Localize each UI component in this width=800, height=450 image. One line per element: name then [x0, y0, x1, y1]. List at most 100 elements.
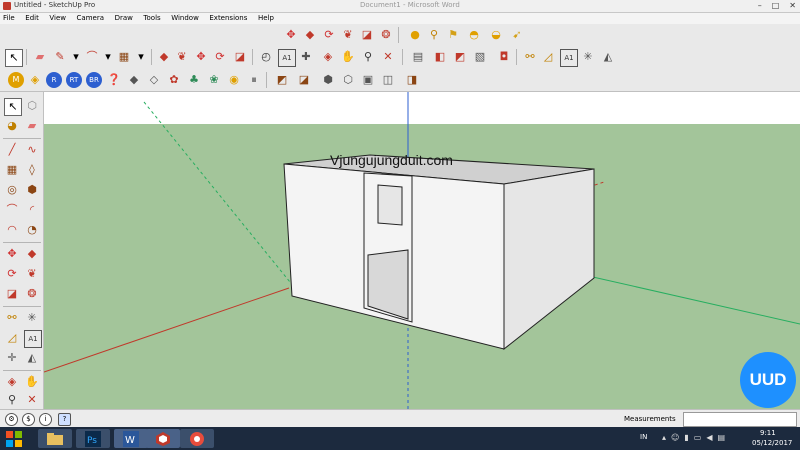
- chevron-up-icon[interactable]: ▴: [662, 433, 666, 442]
- select-arrow-icon[interactable]: ↖: [5, 49, 23, 67]
- info-icon[interactable]: i: [39, 413, 52, 426]
- ccleaner-taskbar-icon[interactable]: [180, 429, 214, 448]
- eraser-icon[interactable]: ▰: [24, 118, 40, 134]
- rectangle-icon[interactable]: ▦: [116, 49, 132, 65]
- make-component-icon[interactable]: ⬡: [24, 98, 40, 114]
- pause-icon[interactable]: ⏸: [246, 72, 262, 88]
- orbit-icon[interactable]: ◈: [320, 49, 336, 65]
- components-icon[interactable]: ◧: [432, 49, 448, 65]
- position-camera-icon[interactable]: ⚲: [426, 27, 442, 43]
- axes-icon[interactable]: ✛: [4, 350, 20, 366]
- grass-icon[interactable]: ❀: [206, 72, 222, 88]
- pan-icon[interactable]: ✋: [24, 374, 40, 390]
- semicircle-icon[interactable]: ◒: [488, 27, 504, 43]
- follow-me-icon[interactable]: ❦: [340, 27, 356, 43]
- minimize-button[interactable]: –: [758, 1, 762, 10]
- menu-tools[interactable]: Tools: [140, 13, 165, 22]
- close-button[interactable]: ✕: [789, 1, 796, 10]
- help-icon[interactable]: ❓: [106, 72, 122, 88]
- paint-bucket-icon[interactable]: ◘: [496, 49, 512, 65]
- menu-camera[interactable]: Camera: [74, 13, 109, 22]
- two-point-arc-icon[interactable]: ◜: [24, 202, 40, 218]
- m-plugin-icon[interactable]: M: [8, 72, 24, 88]
- volume-icon[interactable]: ◀: [706, 433, 712, 442]
- br-plugin-icon[interactable]: BR: [86, 72, 102, 88]
- offset-icon[interactable]: ❂: [24, 286, 40, 302]
- action-center-icon[interactable]: ▤: [717, 433, 725, 442]
- arc-icon[interactable]: ⌒: [84, 49, 100, 65]
- rectangle-icon[interactable]: ▦: [4, 162, 20, 178]
- menu-window[interactable]: Window: [168, 13, 204, 22]
- push-pull-icon[interactable]: ◆: [24, 246, 40, 262]
- tree-icon[interactable]: ♣: [186, 72, 202, 88]
- menu-help[interactable]: Help: [255, 13, 279, 22]
- menu-file[interactable]: File: [0, 13, 20, 22]
- word-taskbar-icon[interactable]: W: [114, 429, 148, 448]
- axes-icon[interactable]: ✳: [580, 49, 596, 65]
- pan-icon[interactable]: ✋: [340, 49, 356, 65]
- file-explorer-taskbar-icon[interactable]: [38, 429, 72, 448]
- eraser-icon[interactable]: ▰: [32, 49, 48, 65]
- arc-icon[interactable]: ⌒: [4, 202, 20, 218]
- chevron-down-icon[interactable]: ▾: [100, 49, 116, 65]
- geolocation-icon[interactable]: ⚙: [5, 413, 18, 426]
- language-indicator[interactable]: IN: [640, 433, 647, 441]
- start-button[interactable]: [2, 429, 26, 448]
- r-plugin-icon[interactable]: R: [46, 72, 62, 88]
- dimension-icon[interactable]: ◭: [600, 49, 616, 65]
- menu-view[interactable]: View: [46, 13, 71, 22]
- push-pull-icon[interactable]: ◆: [156, 49, 172, 65]
- back-view-icon[interactable]: ◨: [404, 72, 420, 88]
- rotate-icon[interactable]: ⟳: [321, 27, 337, 43]
- credits-icon[interactable]: $: [22, 413, 35, 426]
- zoom-icon[interactable]: ⚲: [360, 49, 376, 65]
- push-pull-icon[interactable]: ◆: [302, 27, 318, 43]
- rotated-rectangle-icon[interactable]: ◊: [24, 162, 40, 178]
- extension-warehouse-icon[interactable]: ◩: [452, 49, 468, 65]
- tape-measure-icon[interactable]: ⚯: [4, 310, 20, 326]
- tag-icon[interactable]: ◈: [27, 72, 43, 88]
- people-icon[interactable]: ☺: [671, 433, 679, 442]
- protractor-icon[interactable]: ◿: [4, 330, 20, 346]
- move-icon[interactable]: ✥: [193, 49, 209, 65]
- flag-icon[interactable]: ⚑: [445, 27, 461, 43]
- rotate-icon[interactable]: ⟳: [212, 49, 228, 65]
- chevron-down-icon[interactable]: ▾: [68, 49, 84, 65]
- menu-extensions[interactable]: Extensions: [206, 13, 252, 22]
- rotate-icon[interactable]: ⟳: [4, 266, 20, 282]
- layer-icon[interactable]: ◩: [274, 72, 290, 88]
- axes-icon[interactable]: ✚: [298, 49, 314, 65]
- text-tool-icon[interactable]: A1: [278, 49, 296, 67]
- three-point-arc-icon[interactable]: ◠: [4, 222, 20, 238]
- zoom-extents-icon[interactable]: ✕: [24, 392, 40, 408]
- warehouse-icon[interactable]: ▤: [410, 49, 426, 65]
- spray-icon[interactable]: ✿: [166, 72, 182, 88]
- sphere-icon[interactable]: ●: [407, 27, 423, 43]
- zoom-icon[interactable]: ⚲: [4, 392, 20, 408]
- section-icon[interactable]: ◪: [296, 72, 312, 88]
- select-arrow-icon[interactable]: ↖: [4, 98, 22, 116]
- dimension-icon[interactable]: ✳: [24, 310, 40, 326]
- drawing-viewport[interactable]: [44, 92, 800, 409]
- share-model-icon[interactable]: ▧: [472, 49, 488, 65]
- sketchup-taskbar-icon[interactable]: [146, 429, 180, 448]
- sun-icon[interactable]: ◉: [226, 72, 242, 88]
- freehand-icon[interactable]: ∿: [24, 142, 40, 158]
- move-icon[interactable]: ✥: [283, 27, 299, 43]
- zoom-extents-icon[interactable]: ✕: [380, 49, 396, 65]
- rt-plugin-icon[interactable]: RT: [66, 72, 82, 88]
- scale-icon[interactable]: ◪: [359, 27, 375, 43]
- text-tool-icon[interactable]: A1: [24, 330, 42, 348]
- maximize-button[interactable]: □: [772, 1, 780, 10]
- network-icon[interactable]: ▮: [684, 433, 688, 442]
- measurements-input[interactable]: [683, 412, 797, 427]
- text-tool-icon[interactable]: A1: [560, 49, 578, 67]
- scale-icon[interactable]: ◪: [4, 286, 20, 302]
- protractor-icon[interactable]: ◿: [540, 49, 556, 65]
- battery-icon[interactable]: ▭: [694, 433, 702, 442]
- follow-me-icon[interactable]: ❦: [174, 49, 190, 65]
- move-icon[interactable]: ✥: [4, 246, 20, 262]
- right-view-icon[interactable]: ◫: [380, 72, 396, 88]
- clock-date[interactable]: 05/12/2017: [752, 439, 792, 447]
- sandbox-icon[interactable]: ◆: [126, 72, 142, 88]
